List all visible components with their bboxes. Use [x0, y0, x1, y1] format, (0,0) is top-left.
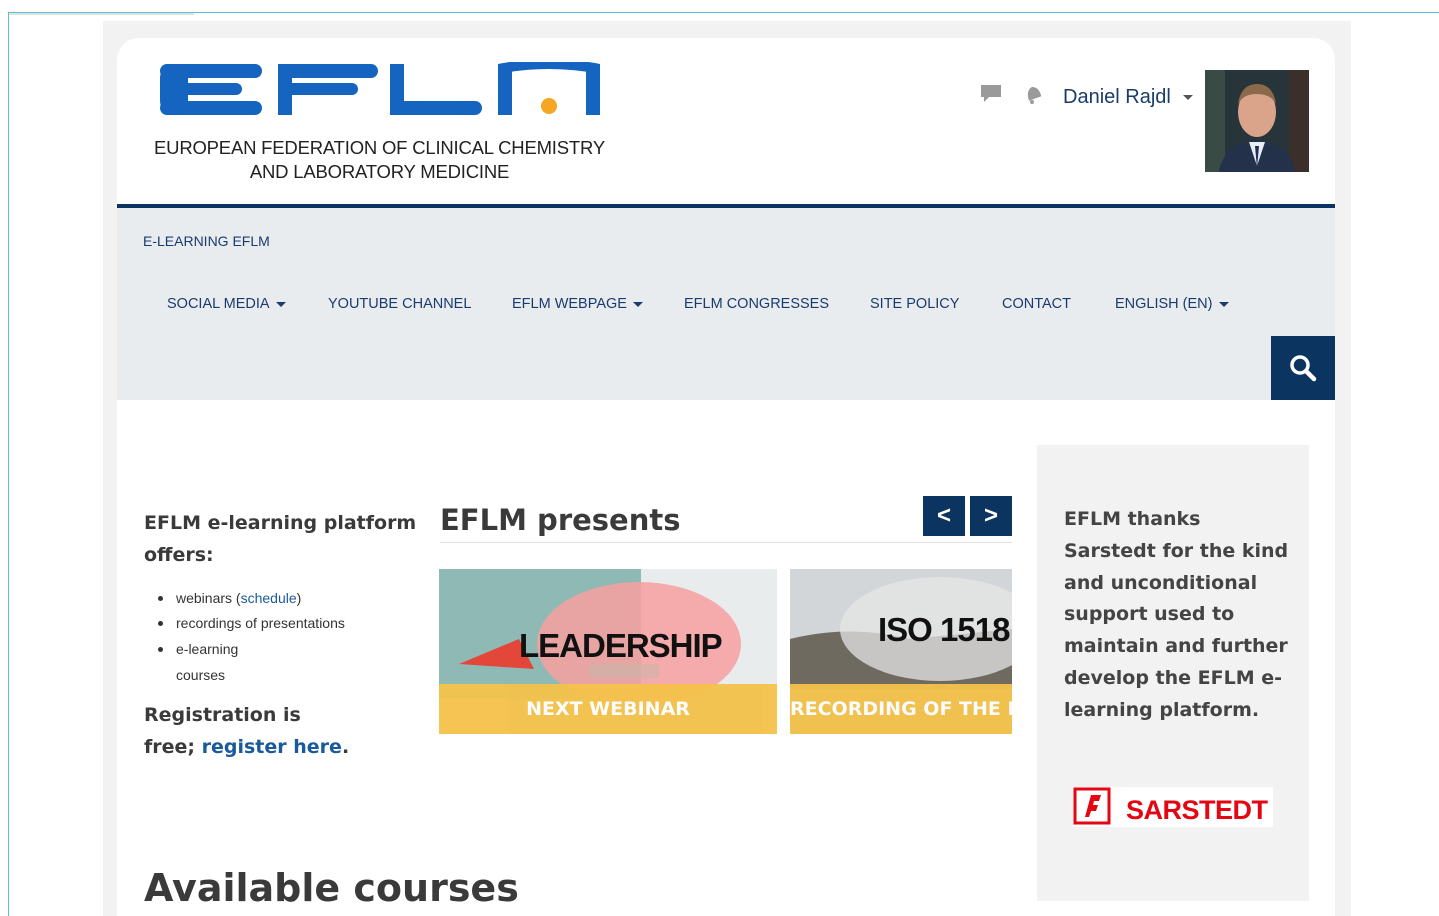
list-item: recordings of presentations: [176, 615, 345, 631]
user-name: Daniel Rajdl: [1063, 86, 1171, 108]
nav-label: EFLM CONGRESSES: [684, 296, 830, 312]
slide-image-text: ISO 1518: [878, 611, 1010, 648]
list-item-continuation: courses: [176, 667, 226, 683]
chevron-down-icon: [1218, 301, 1229, 307]
bell-icon[interactable]: [1022, 84, 1044, 104]
nav-label: SOCIAL MEDIA: [167, 296, 270, 312]
site-brand-link[interactable]: E-LEARNING EFLM: [143, 233, 270, 249]
avatar[interactable]: [1205, 70, 1309, 172]
chevron-down-icon: [632, 301, 643, 307]
chevron-down-icon: [1182, 95, 1193, 101]
sponsor-text: EFLM thanks Sarstedt for the kind and un…: [1064, 508, 1289, 721]
user-menu[interactable]: Daniel Rajdl: [1063, 86, 1193, 109]
presents-title: EFLM presents: [440, 503, 681, 537]
eflm-logo[interactable]: [160, 62, 602, 118]
schedule-link[interactable]: schedule: [241, 590, 297, 606]
platform-heading-line1: EFLM e-learning platform: [144, 512, 417, 534]
nav-label: YOUTUBE CHANNEL: [328, 296, 472, 312]
carousel-next-button[interactable]: >: [970, 496, 1012, 536]
sarstedt-logo[interactable]: SARSTEDT: [1073, 787, 1273, 827]
nav-eflm-congresses[interactable]: EFLM CONGRESSES: [684, 296, 829, 312]
slide-recording[interactable]: ISO 1518 RECORDING OF THE LA: [790, 569, 1012, 734]
search-icon: [1290, 355, 1317, 382]
divider: [440, 542, 1012, 543]
list-item: webinars (schedule): [176, 590, 302, 606]
nav-eflm-webpage[interactable]: EFLM WEBPAGE: [512, 296, 643, 312]
nav-label: ENGLISH (EN): [1115, 296, 1213, 312]
search-button[interactable]: [1271, 336, 1335, 400]
nav-label: CONTACT: [1002, 296, 1072, 312]
nav-contact[interactable]: CONTACT: [1002, 296, 1071, 312]
nav-social-media[interactable]: SOCIAL MEDIA: [167, 296, 286, 312]
platform-heading-line2: offers:: [144, 544, 214, 566]
slide-caption: NEXT WEBINAR: [439, 684, 777, 734]
list-item: e-learning: [176, 641, 239, 657]
nav-language[interactable]: ENGLISH (EN): [1115, 296, 1229, 312]
chat-icon[interactable]: [980, 84, 1002, 104]
chevron-down-icon: [275, 301, 286, 307]
slide-image-text: LEADERSHIP: [519, 627, 723, 664]
register-link[interactable]: register here: [202, 736, 342, 758]
org-name-line1: EUROPEAN FEDERATION OF CLINICAL CHEMISTR…: [154, 137, 605, 158]
slide-caption: RECORDING OF THE LA: [790, 684, 1012, 734]
sarstedt-logo-text: SARSTEDT: [1126, 795, 1268, 825]
nav-label: EFLM WEBPAGE: [512, 296, 627, 312]
slide-next-webinar[interactable]: LEADERSHIP NEXT WEBINAR: [439, 569, 777, 734]
org-name-line2: AND LABORATORY MEDICINE: [249, 161, 510, 182]
registration-line1: Registration is: [144, 704, 301, 726]
nav-site-policy[interactable]: SITE POLICY: [870, 296, 959, 312]
sarstedt-mark-icon: [1073, 787, 1111, 825]
nav-youtube-channel[interactable]: YOUTUBE CHANNEL: [328, 296, 471, 312]
carousel-prev-button[interactable]: <: [923, 496, 965, 536]
registration-line2: free; register here.: [144, 736, 350, 758]
nav-label: SITE POLICY: [870, 296, 960, 312]
available-courses-title: Available courses: [144, 866, 519, 910]
